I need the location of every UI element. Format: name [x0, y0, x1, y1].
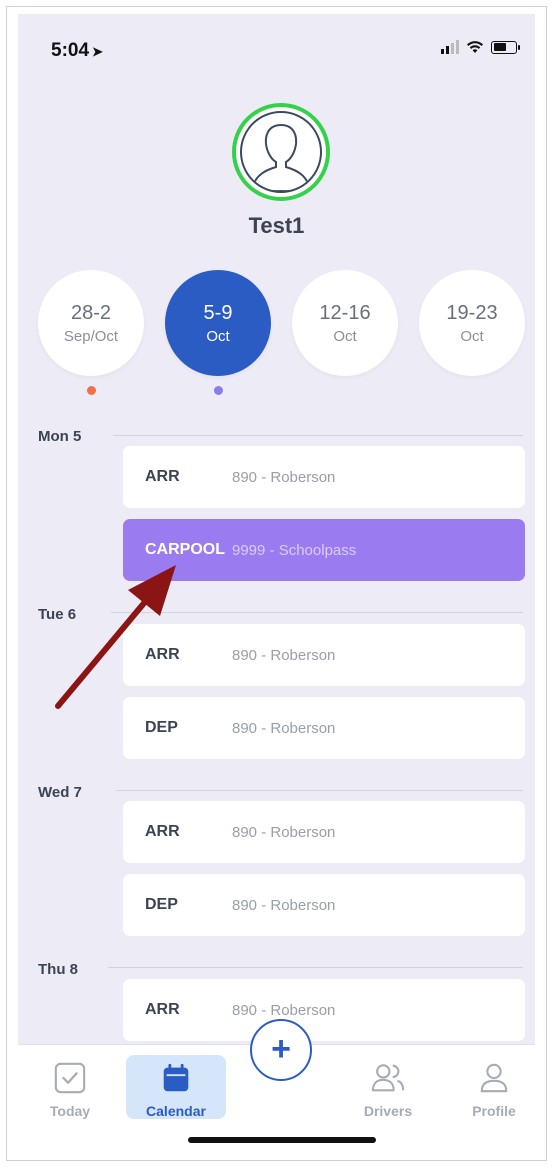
- week-month: Oct: [206, 327, 230, 345]
- phone-screen: 5:04 ➤ Test1 28-2 Sep/Oct 5-9 Oct 12-16 …: [18, 14, 535, 1158]
- schedule-card-arr[interactable]: ARR 890 - Roberson: [123, 979, 525, 1041]
- schedule-card-arr[interactable]: ARR 890 - Roberson: [123, 624, 525, 686]
- week-range: 28-2: [70, 301, 112, 324]
- schedule-card-dep[interactable]: DEP 890 - Roberson: [123, 874, 525, 936]
- entry-description: 9999 - Schoolpass: [232, 541, 357, 559]
- day-label-mon-5: Mon 5: [38, 428, 82, 445]
- tab-today[interactable]: Today: [20, 1055, 120, 1119]
- week-event-dot: [214, 386, 223, 395]
- wifi-icon: [467, 41, 483, 53]
- week-chip-oct-19[interactable]: 19-23 Oct: [419, 270, 525, 376]
- battery-icon: [491, 40, 520, 54]
- person-silhouette-icon: [240, 111, 322, 193]
- entry-description: 890 - Roberson: [232, 646, 336, 664]
- schedule-card-arr[interactable]: ARR 890 - Roberson: [123, 801, 525, 863]
- avatar[interactable]: [232, 103, 330, 201]
- week-chip-sep-28[interactable]: 28-2 Sep/Oct: [38, 270, 144, 376]
- week-month: Oct: [460, 327, 484, 345]
- week-event-dot: [87, 386, 96, 395]
- person-icon: [480, 1063, 508, 1093]
- calendar-icon: [163, 1063, 189, 1092]
- cellular-signal-icon: [441, 40, 459, 54]
- day-divider: [113, 435, 523, 436]
- entry-description: 890 - Roberson: [232, 1001, 336, 1019]
- entry-description: 890 - Roberson: [232, 468, 336, 486]
- week-range: 19-23: [446, 301, 498, 324]
- status-time: 5:04 ➤: [51, 40, 103, 62]
- day-divider: [116, 790, 523, 791]
- day-divider: [111, 612, 523, 613]
- location-arrow-icon: ➤: [92, 44, 103, 59]
- profile-name: Test1: [248, 213, 305, 238]
- bottom-tab-bar: Today Calendar + Drivers Profile: [18, 1019, 535, 1158]
- entry-description: 890 - Roberson: [232, 823, 336, 841]
- entry-type: DEP: [145, 896, 178, 913]
- schedule-card-carpool[interactable]: CARPOOL 9999 - Schoolpass: [123, 519, 525, 581]
- week-month: Oct: [333, 327, 357, 345]
- week-range: 5-9: [203, 301, 233, 324]
- clock: 5:04: [51, 40, 90, 61]
- week-chip-oct-5[interactable]: 5-9 Oct: [165, 270, 271, 376]
- tab-label: Profile: [472, 1103, 516, 1119]
- week-selector: 28-2 Sep/Oct 5-9 Oct 12-16 Oct 19-23 Oct: [38, 270, 525, 400]
- add-button[interactable]: +: [250, 1019, 312, 1081]
- week-chip-oct-12[interactable]: 12-16 Oct: [292, 270, 398, 376]
- entry-type: ARR: [145, 823, 180, 840]
- entry-type: ARR: [145, 646, 180, 663]
- entry-description: 890 - Roberson: [232, 719, 336, 737]
- week-month: Sep/Oct: [63, 327, 119, 345]
- home-indicator: [188, 1137, 376, 1143]
- day-label-wed-7: Wed 7: [38, 784, 82, 801]
- tab-profile[interactable]: Profile: [444, 1055, 535, 1119]
- tab-label: Drivers: [363, 1103, 413, 1119]
- entry-type: ARR: [145, 1001, 180, 1018]
- tab-label: Today: [49, 1103, 91, 1119]
- tab-calendar[interactable]: Calendar: [126, 1055, 226, 1119]
- status-icons: [441, 40, 520, 54]
- schedule-card-dep[interactable]: DEP 890 - Roberson: [123, 697, 525, 759]
- tab-drivers[interactable]: Drivers: [338, 1055, 438, 1119]
- day-label-thu-8: Thu 8: [38, 961, 78, 978]
- entry-type: ARR: [145, 468, 180, 485]
- schedule-card-arr[interactable]: ARR 890 - Roberson: [123, 446, 525, 508]
- day-divider: [108, 967, 523, 968]
- entry-type: CARPOOL: [145, 541, 225, 558]
- tab-label: Calendar: [146, 1103, 206, 1119]
- drivers-icon: [371, 1064, 405, 1092]
- day-label-tue-6: Tue 6: [38, 606, 77, 623]
- checkbox-icon: [54, 1062, 86, 1094]
- entry-type: DEP: [145, 719, 178, 736]
- week-range: 12-16: [319, 301, 371, 324]
- entry-description: 890 - Roberson: [232, 896, 336, 914]
- plus-icon: +: [271, 1030, 291, 1068]
